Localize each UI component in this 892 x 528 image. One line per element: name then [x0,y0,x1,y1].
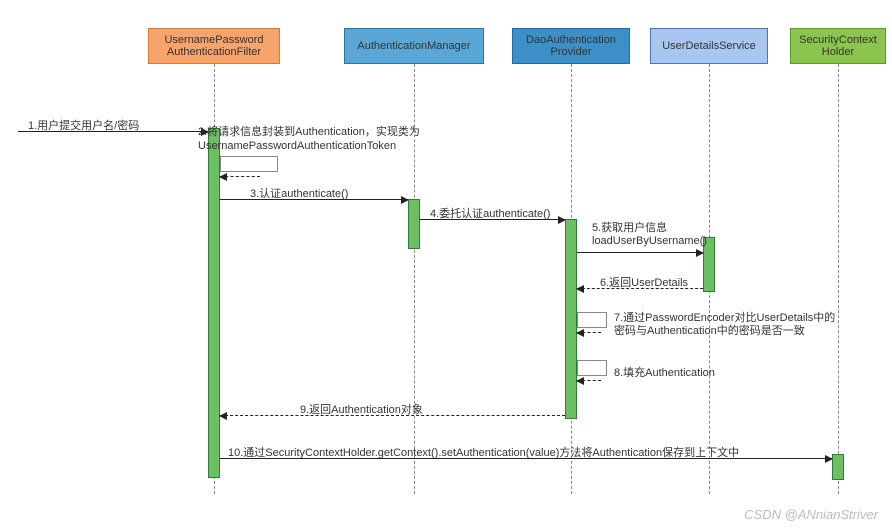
label-m5: 5.获取用户信息 loadUserByUsername() [592,222,707,248]
selfcall-m8 [577,360,607,376]
label-m2: 2.将请求信息封装到Authentication，实现类为 UsernamePa… [198,125,420,153]
watermark-text: CSDN @ANnianStriver [744,507,878,522]
selfcall-m2 [220,156,278,172]
lifeline-filter: UsernamePassword AuthenticationFilter [148,28,280,64]
arrow-m8-return [577,380,601,381]
arrow-m2-return [220,176,260,177]
label-m9: 9.返回Authentication对象 [300,401,423,417]
label-m10: 10.通过SecurityContextHolder.getContext().… [228,444,739,460]
activation-holder [832,454,844,480]
label-m6: 6.返回UserDetails [600,274,688,290]
lifeline-label: DaoAuthentication Provider [526,34,616,58]
arrow-m5 [577,252,703,253]
selfcall-m7 [577,312,607,328]
lifeline-holder: SecurityContext Holder [790,28,886,64]
label-m8: 8.填充Authentication [614,364,715,380]
sequence-diagram: UsernamePassword AuthenticationFilter Au… [0,0,892,528]
lifeline-label: AuthenticationManager [357,40,470,52]
label-m3: 3.认证authenticate() [250,185,348,201]
lifeline-manager: AuthenticationManager [344,28,484,64]
lifeline-label: UserDetailsService [662,40,756,52]
activation-manager [408,199,420,249]
label-m4: 4.委托认证authenticate() [430,205,550,221]
arrow-m7-return [577,332,601,333]
lifeline-userdetailsservice: UserDetailsService [650,28,768,64]
lifeline-label: SecurityContext Holder [799,34,877,58]
lifeline-dash [838,64,839,494]
label-m1: 1.用户提交用户名/密码 [28,117,139,133]
activation-provider [565,219,577,419]
lifeline-provider: DaoAuthentication Provider [512,28,630,64]
label-m7: 7.通过PasswordEncoder对比UserDetails中的 密码与Au… [614,312,835,338]
lifeline-label: UsernamePassword AuthenticationFilter [164,34,263,58]
